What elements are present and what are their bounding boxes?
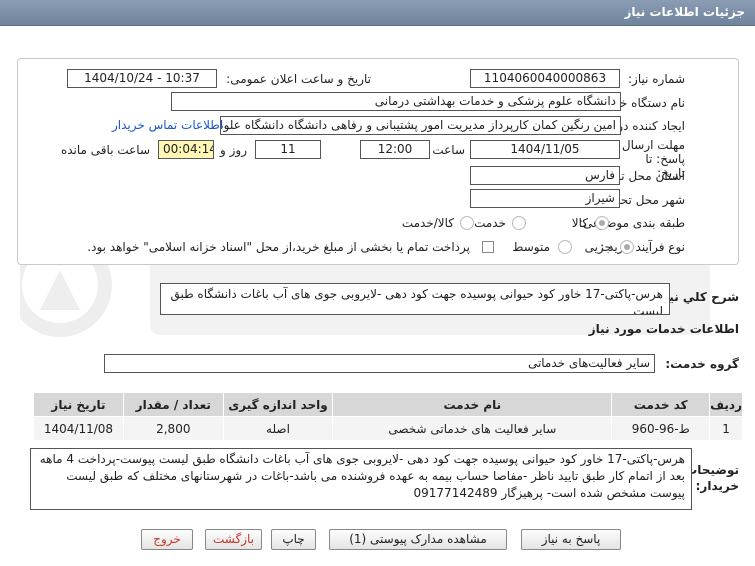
services-table: ردیف کد خدمت نام خدمت واحد اندازه گیری ت… — [33, 392, 743, 441]
days-field: 11 — [255, 140, 321, 159]
need-number-field: 1104060040000863 — [470, 69, 620, 88]
category-radio-both[interactable] — [460, 216, 474, 230]
col-unit: واحد اندازه گیری — [222, 392, 334, 417]
process-option-medium: متوسط — [512, 240, 550, 254]
service-group-label: گروه خدمت: — [665, 357, 739, 371]
announce-label: تاریخ و ساعت اعلان عمومی: — [226, 72, 371, 86]
days-label: روز و — [220, 143, 247, 157]
remaining-label: ساعت باقی مانده — [60, 143, 150, 157]
col-row: ردیف — [709, 392, 743, 417]
process-option-minor: جزیی — [584, 240, 612, 254]
category-option-service: خدمت — [474, 216, 506, 230]
cell-row: 1 — [709, 416, 743, 441]
table-row: 1 ط-96-960 سایر فعالیت های خدماتی شخصی ا… — [33, 416, 743, 441]
need-number-label: شماره نیاز: — [628, 72, 685, 86]
col-qty: تعداد / مقدار — [122, 392, 224, 417]
services-table-header: ردیف کد خدمت نام خدمت واحد اندازه گیری ت… — [33, 392, 743, 417]
category-option-both: کالا/خدمت — [401, 216, 454, 230]
city-field: شیراز — [470, 189, 620, 208]
page-header: جزئیات اطلاعات نیاز — [0, 0, 755, 26]
payment-note: پرداخت تمام یا بخشی از مبلغ خرید،از محل … — [87, 240, 470, 254]
process-radio-medium[interactable] — [558, 240, 572, 254]
summary-textbox: هرس-پاکتی-17 خاور کود حیوانی پوسیده جهت … — [160, 283, 670, 315]
category-radio-goods[interactable] — [595, 216, 609, 230]
payment-checkbox[interactable] — [482, 241, 494, 253]
process-radio-minor[interactable] — [620, 240, 634, 254]
cell-code: ط-96-960 — [611, 416, 711, 441]
category-radio-service[interactable] — [512, 216, 526, 230]
creator-field: امین رنگین کمان کارپرداز مدیریت امور پشت… — [220, 116, 621, 135]
buyer-notes-textbox: هرس-پاکتی-17 خاور کود حیوانی پوسیده جهت … — [30, 448, 692, 510]
buyer-contact-link[interactable]: اطلاعات تماس خریدار — [112, 118, 223, 132]
services-section-title: اطلاعات خدمات مورد نیاز — [588, 322, 739, 336]
category-option-goods: کالا — [571, 216, 588, 230]
cell-qty: 2,800 — [122, 416, 224, 441]
remaining-timer: 00:04:14 — [158, 140, 214, 159]
col-name: نام خدمت — [332, 392, 613, 417]
buyer-org-field: دانشگاه علوم پزشکی و خدمات بهداشتی درمان… — [171, 92, 621, 111]
service-group-field: سایر فعالیت‌های خدماتی — [104, 354, 655, 373]
exit-button[interactable]: خروج — [141, 529, 193, 550]
col-date: تاریخ نیاز — [33, 392, 124, 417]
announce-field: 1404/10/24 - 10:37 — [67, 69, 217, 88]
print-button[interactable]: چاپ — [271, 529, 316, 550]
reply-button[interactable]: پاسخ به نیاز — [521, 529, 621, 550]
deadline-time-label: ساعت — [432, 143, 465, 157]
deadline-time-field: 12:00 — [360, 140, 430, 159]
view-attachments-button[interactable]: مشاهده مدارک پیوستی (1) — [329, 529, 507, 550]
page-title: جزئیات اطلاعات نیاز — [624, 5, 745, 19]
process-label: نوع فرآیند خرید : — [600, 240, 685, 254]
back-button[interactable]: بازگشت — [205, 529, 262, 550]
deadline-date-field: 1404/11/05 — [470, 140, 620, 159]
col-code: کد خدمت — [611, 392, 711, 417]
province-field: فارس — [470, 166, 620, 185]
cell-unit: اصله — [222, 416, 334, 441]
cell-date: 1404/11/08 — [33, 416, 124, 441]
cell-name: سایر فعالیت های خدماتی شخصی — [332, 416, 613, 441]
